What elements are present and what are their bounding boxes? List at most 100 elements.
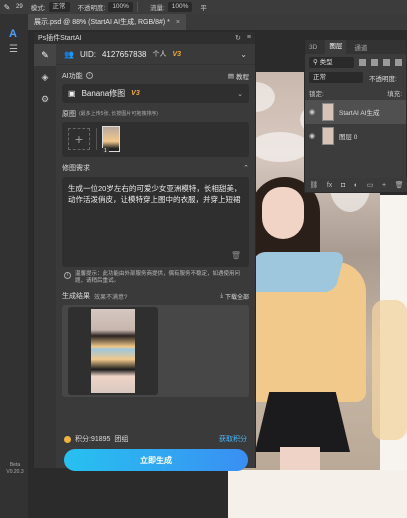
blossom-shape (250, 132, 310, 162)
lock-label: 锁定: (309, 90, 324, 98)
download-icon: ⤓ (220, 292, 223, 299)
chevron-up-icon[interactable]: ⌃ (243, 164, 249, 172)
startai-plugin-panel: Ps插件StartAI ↻ ≡ ✎ ◈ ⚙ 👥 UID: 4127657838 … (33, 31, 256, 471)
notice-text: 温馨提示：此功能由外部服务商提供，偶有服务不稳定，如遇使用问题，请稍后重试。 (75, 271, 241, 284)
tutorial-label: 教程 (236, 73, 249, 81)
trash-icon[interactable]: 🗑 (395, 181, 404, 189)
clear-trash-icon[interactable]: 🗑 (231, 250, 241, 261)
edit-brush-icon[interactable]: ✎ (34, 44, 56, 66)
startai-logo-icon[interactable]: A (9, 28, 21, 40)
model-skirt (255, 392, 350, 452)
uid-label: UID: (79, 49, 96, 59)
close-tab-icon[interactable]: × (176, 19, 180, 26)
original-hint: (最多上传5张, 长按图片可拖拽排序) (79, 111, 158, 117)
chevron-down-icon: ⌄ (237, 90, 243, 98)
result-area (62, 305, 249, 397)
coin-icon (64, 435, 71, 443)
original-label: 原图 (62, 110, 76, 118)
model-version-badge: V3 (131, 90, 140, 97)
user-row[interactable]: 👥 UID: 4127657838 个人 V3 ⌄ (56, 44, 255, 65)
image-index: 1 (102, 148, 109, 154)
plugin-main: 👥 UID: 4127657838 个人 V3 ⌄ AI功能 i ▤ 教程 ▣ … (56, 44, 255, 471)
layer-filter-row: ⚲ 类型 (305, 54, 406, 70)
flow-label: 流量: (149, 5, 165, 12)
model-select[interactable]: ▣ Banana修图 V3 ⌄ (62, 84, 249, 103)
folder-icon[interactable]: ▭ (367, 181, 374, 189)
panel-controls: ↻ ≡ (235, 34, 251, 42)
points-row: 积分:91895 团组 获取积分 (56, 432, 255, 446)
mode-select[interactable]: 正常 (48, 2, 70, 12)
version-badge: V3 (172, 50, 182, 58)
opacity-input[interactable]: 100% (108, 2, 133, 12)
tab-3d[interactable]: 3D (309, 44, 317, 51)
new-layer-icon[interactable]: + (382, 182, 386, 189)
notice: i 温馨提示：此功能由外部服务商提供，偶有服务不稳定，如遇使用问题，请稍后重试。 (64, 271, 247, 285)
fx-icon[interactable]: fx (327, 182, 332, 189)
original-image-box: + 1 (62, 122, 249, 157)
brush-size[interactable]: 29 (16, 4, 23, 10)
canvas-sleeve (372, 300, 407, 440)
tab-channels[interactable]: 通道 (354, 42, 367, 52)
layer-name: StartAI AI生成 (339, 110, 380, 117)
layer-opacity-label: 不透明度: (369, 75, 397, 83)
layer-name: 图层 0 (339, 134, 358, 141)
add-image-button[interactable]: + (68, 128, 90, 150)
version-beta: Beta (9, 462, 21, 468)
requirement-header[interactable]: 修图需求 ⌃ (56, 161, 255, 175)
document-tabbar: 展示.psd @ 88% (StartAI AI生成, RGB/8#) * × (28, 14, 407, 30)
ai-function-row: AI功能 i ▤ 教程 (56, 69, 255, 82)
link-icon[interactable]: ⛓ (309, 181, 318, 189)
document-tab[interactable]: 展示.psd @ 88% (StartAI AI生成, RGB/8#) * × (28, 14, 186, 30)
kind-filter-select[interactable]: ⚲ 类型 (309, 56, 355, 68)
opacity-label: 不透明度: (77, 5, 106, 12)
divider (96, 128, 97, 150)
plugin-title: Ps插件StartAI (38, 35, 82, 42)
mask-icon[interactable]: ◘ (341, 182, 345, 189)
adjust-icon[interactable]: ◐ (354, 182, 358, 189)
sliders-icon[interactable]: ☰ (9, 44, 21, 56)
tab-layers[interactable]: 图层 (325, 40, 347, 54)
info-icon: i (64, 272, 71, 279)
filter-shape-icon[interactable] (395, 58, 402, 66)
layer-row-layer0[interactable]: ◉ 图层 0 (305, 124, 406, 148)
refresh-icon[interactable]: ↻ (235, 34, 241, 42)
filter-pixel-icon[interactable] (359, 58, 367, 66)
uid-value: 4127657838 (101, 49, 147, 59)
plugin-version: Beta V0.20.3 (3, 462, 27, 476)
result-image[interactable] (91, 309, 135, 393)
blend-mode-select[interactable]: 正常 (309, 72, 363, 83)
get-points-link[interactable]: 获取积分 (219, 434, 247, 444)
chevron-down-icon[interactable]: ⌄ (240, 50, 247, 59)
download-all-label: 下载全部 (224, 294, 249, 301)
filter-adjust-icon[interactable] (371, 58, 379, 66)
canvas-white-bottom (228, 470, 407, 518)
user-icon: 👥 (64, 49, 74, 59)
tutorial-link[interactable]: ▤ 教程 (228, 71, 249, 81)
result-feedback[interactable]: 效果不满意? (94, 292, 127, 301)
visibility-eye-icon[interactable]: ◉ (309, 132, 317, 140)
blend-row: 正常 不透明度: (305, 70, 406, 85)
visibility-eye-icon[interactable]: ◉ (309, 108, 317, 116)
model-name: Banana修图 (81, 89, 126, 98)
requirement-textarea[interactable]: 生成一位20岁左右的可爱少女亚洲模特，长相甜美，动作活泼俏皮，让模特穿上图中的衣… (62, 177, 249, 267)
brush-icon[interactable]: ✎ (0, 0, 14, 14)
info-icon[interactable]: i (85, 72, 93, 79)
filter-type-icon[interactable] (383, 58, 391, 66)
result-header: 生成结果 效果不满意? ⤓ 下载全部 (56, 289, 255, 303)
extra-option[interactable]: 平 (200, 2, 207, 12)
panel-menu-icon[interactable]: ≡ (247, 34, 251, 42)
divider (136, 2, 138, 12)
layers-stack-icon[interactable]: ◈ (34, 66, 56, 88)
options-bar: ✎ 29 模式: 正常 不透明度: 100% 流量: 100% 平 (0, 0, 407, 14)
generate-button[interactable]: 立即生成 (64, 449, 248, 471)
left-toolbar: A ☰ Beta V0.20.3 (0, 14, 28, 518)
download-all-button[interactable]: ⤓ 下载全部 (220, 292, 249, 301)
result-thumbnail[interactable] (68, 307, 158, 395)
requirement-text: 生成一位20岁左右的可爱少女亚洲模特，长相甜美，动作活泼俏皮，让模特穿上图中的衣… (68, 184, 242, 204)
model-collar (244, 252, 346, 292)
model-icon: ▣ (68, 89, 76, 98)
team-label[interactable]: 团组 (114, 434, 128, 444)
settings-gear-icon[interactable]: ⚙ (34, 88, 56, 110)
flow-input[interactable]: 100% (167, 2, 193, 12)
layer-row-startai[interactable]: ◉ StartAI AI生成 (305, 100, 406, 124)
